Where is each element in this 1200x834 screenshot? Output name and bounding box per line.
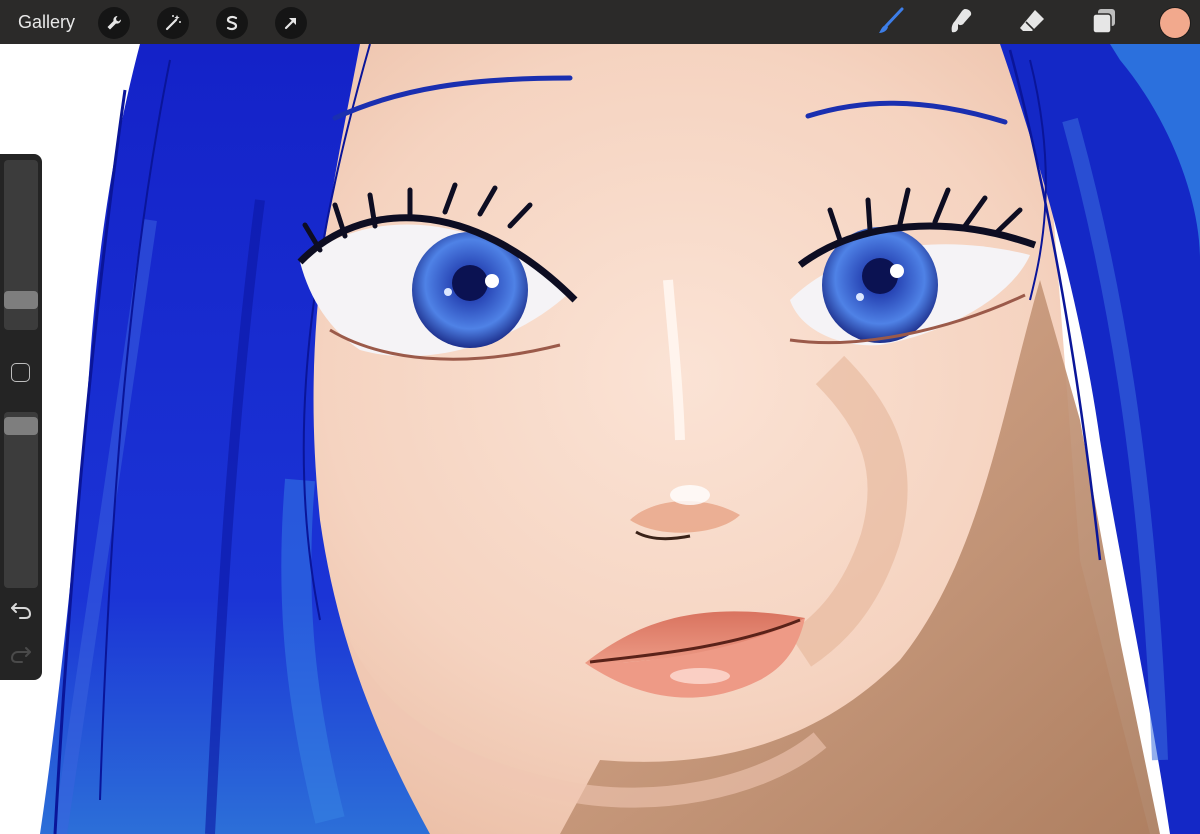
modify-button[interactable] — [11, 363, 30, 382]
layers-icon — [1089, 6, 1119, 41]
redo-button[interactable] — [6, 641, 36, 671]
brush-size-handle[interactable] — [4, 290, 38, 309]
opacity-handle[interactable] — [4, 416, 38, 435]
smudge-icon — [946, 6, 976, 41]
wrench-icon — [105, 14, 123, 32]
redo-icon — [10, 644, 32, 669]
smudge-tool-button[interactable] — [944, 6, 978, 40]
left-sidebar — [0, 154, 42, 680]
transform-arrow-icon — [282, 14, 300, 32]
eraser-icon — [1017, 6, 1047, 41]
color-picker-button[interactable] — [1160, 8, 1190, 38]
opacity-slider[interactable] — [4, 412, 38, 588]
selection-s-icon — [223, 14, 241, 32]
undo-button[interactable] — [6, 597, 36, 627]
eraser-tool-button[interactable] — [1015, 6, 1049, 40]
transform-button[interactable] — [275, 7, 307, 39]
adjustments-button[interactable] — [157, 7, 189, 39]
magic-wand-icon — [164, 14, 182, 32]
brush-icon — [876, 6, 906, 41]
top-toolbar: Gallery — [0, 0, 1200, 44]
selection-button[interactable] — [216, 7, 248, 39]
layers-button[interactable] — [1087, 6, 1121, 40]
drawing-canvas[interactable] — [0, 0, 1200, 834]
actions-button[interactable] — [98, 7, 130, 39]
gallery-button[interactable]: Gallery — [18, 11, 75, 33]
undo-icon — [10, 600, 32, 625]
brush-size-slider[interactable] — [4, 160, 38, 330]
brush-tool-button[interactable] — [874, 6, 908, 40]
